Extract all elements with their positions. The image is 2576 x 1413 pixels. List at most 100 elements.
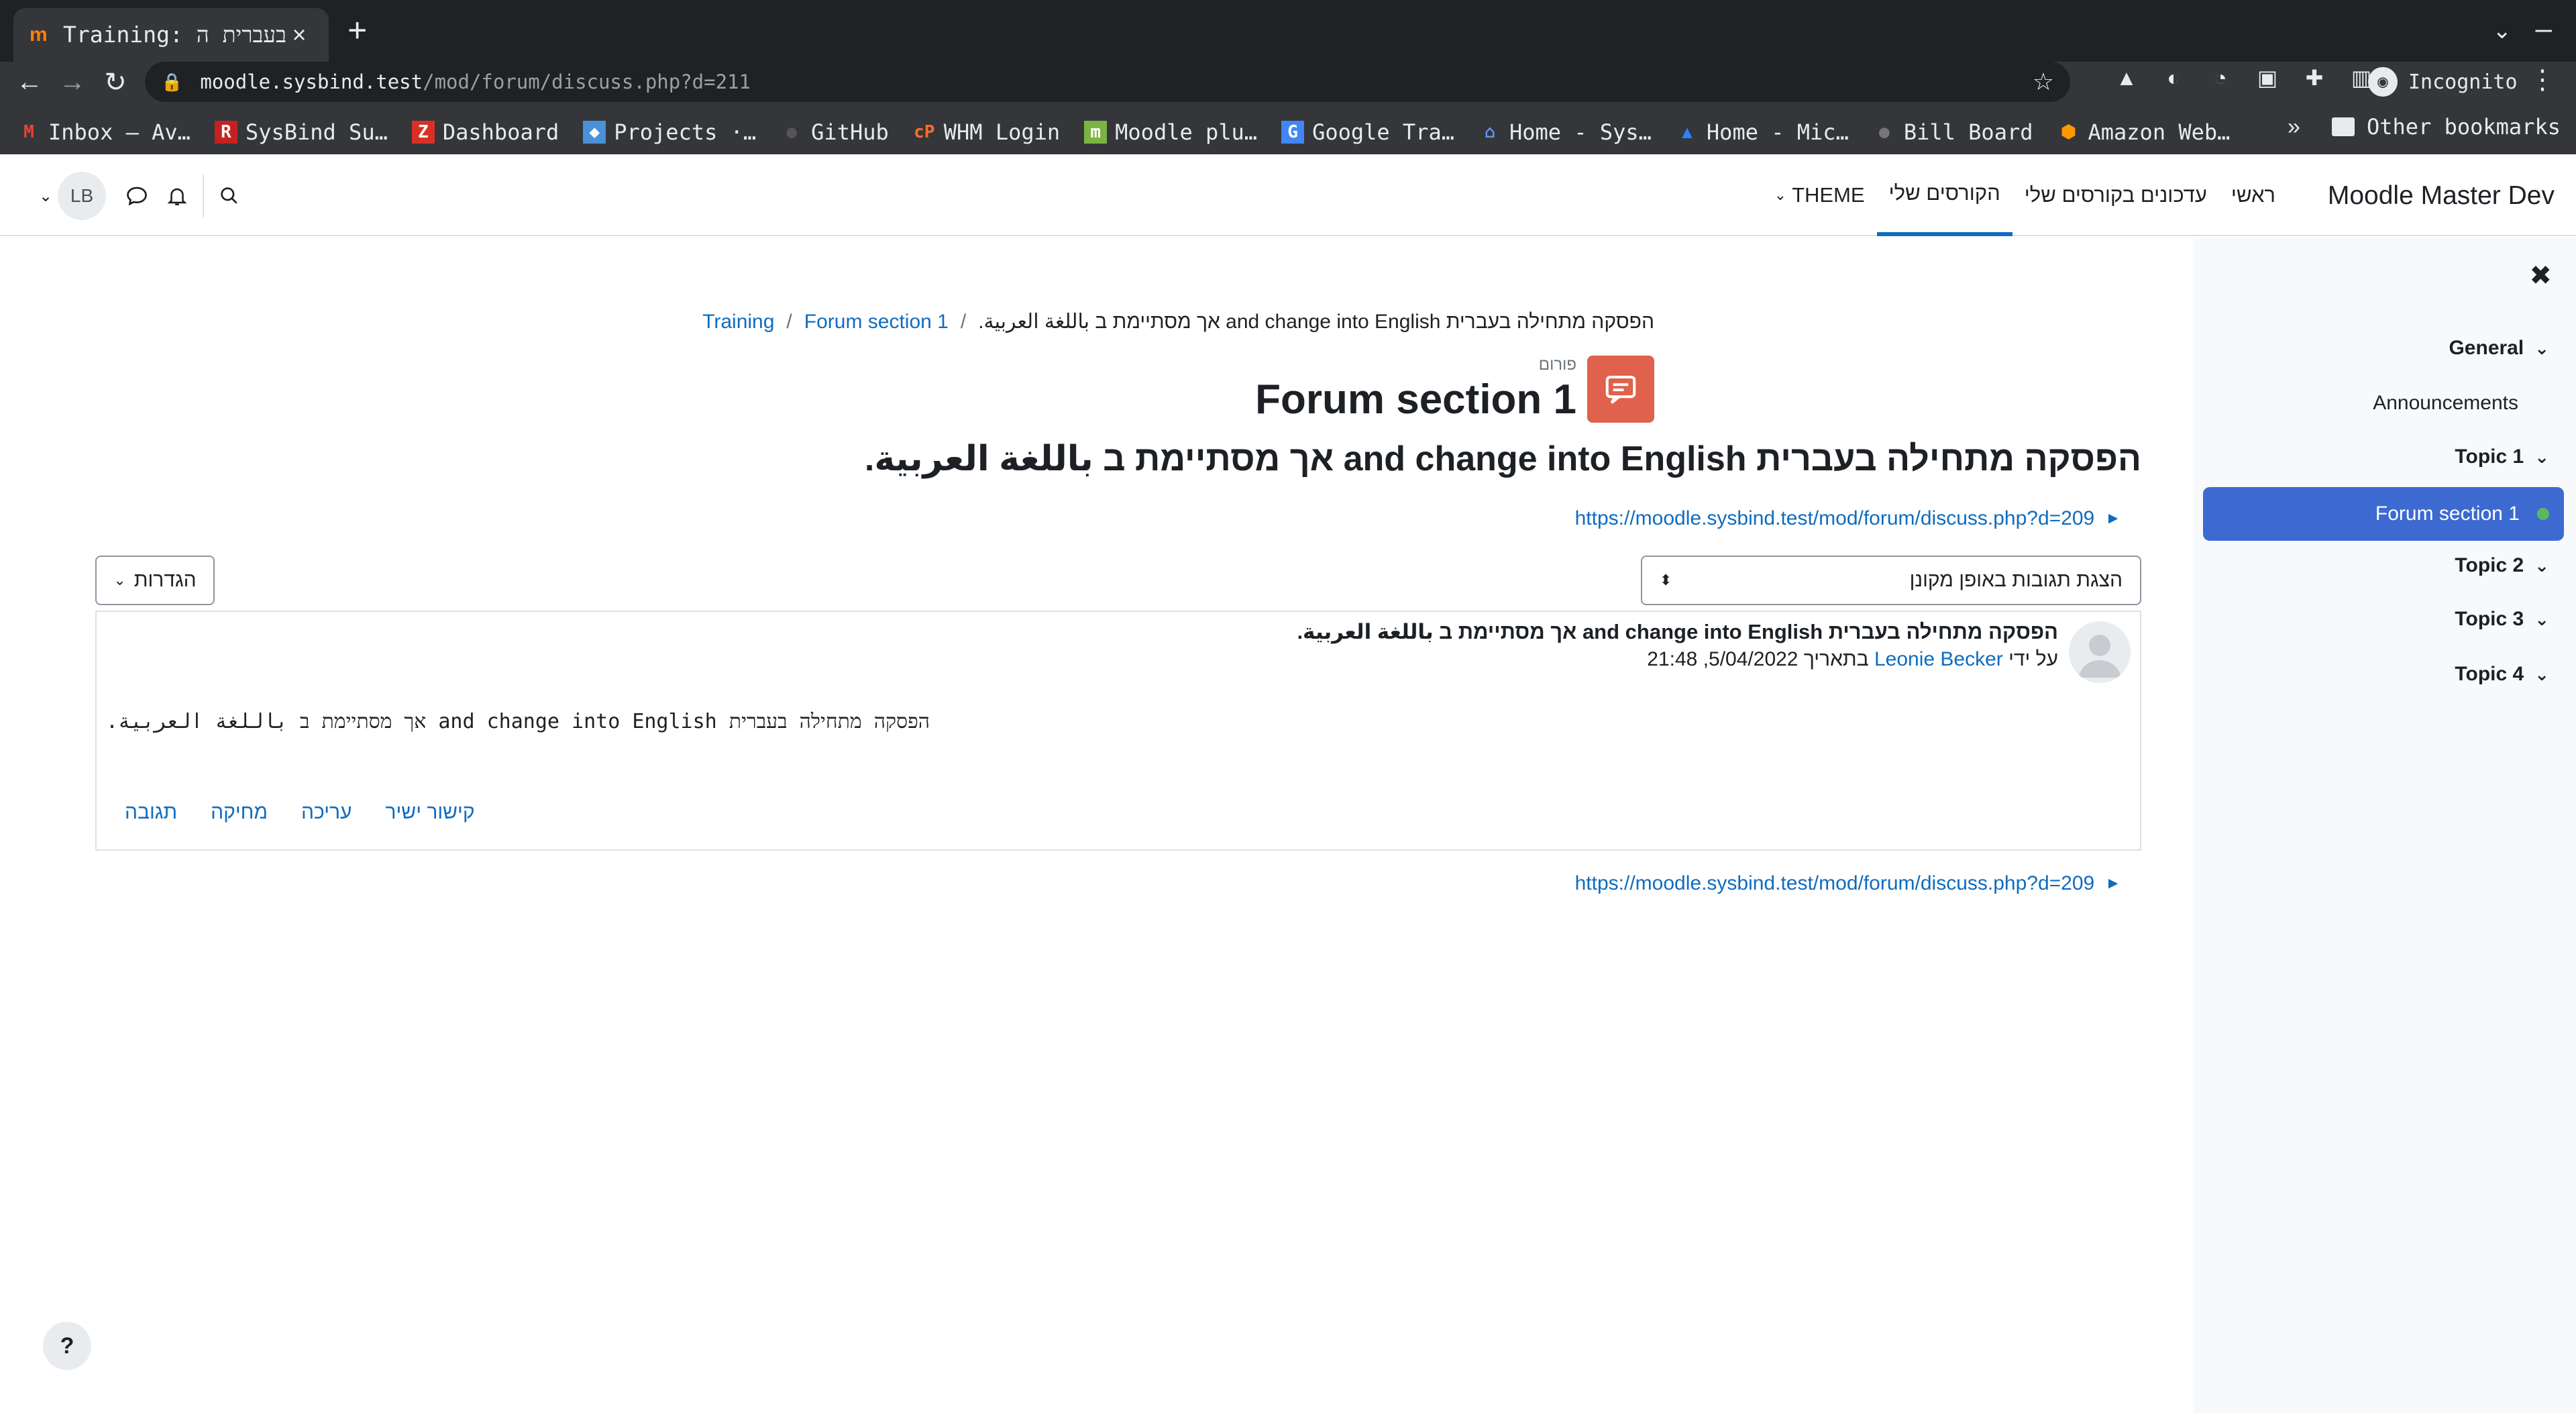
z-icon: Z	[411, 121, 435, 144]
permalink-link[interactable]: קישור ישיר	[385, 801, 474, 824]
course-index-section-general[interactable]: General ⌄	[2449, 337, 2549, 360]
completion-dot-icon	[2537, 508, 2549, 520]
course-index-item-forum-section-1[interactable]: Forum section 1	[2203, 487, 2564, 541]
jb-extension-icon[interactable]: ▣	[2254, 64, 2281, 91]
site-brand[interactable]: Moodle Master Dev	[2328, 181, 2555, 211]
post-actions: קישור ישיר עריכה מחיקה תגובה	[125, 801, 475, 824]
messages-icon[interactable]	[117, 184, 157, 208]
course-index-section-topic-2[interactable]: Topic 2 ⌄	[2455, 554, 2549, 577]
user-nav-area: ⌄ LB	[34, 172, 250, 220]
back-icon[interactable]: ←	[9, 67, 50, 97]
lock-icon[interactable]: 🔒	[161, 72, 182, 93]
forward-icon[interactable]: →	[52, 67, 93, 97]
primary-navigation: ראשי עדכונים בקורסים שלי הקורסים שלי ⌄ TH…	[1762, 154, 2288, 236]
puzzle-extensions-icon[interactable]: ✚	[2301, 64, 2328, 91]
post-author-link[interactable]: Leonie Becker	[1874, 648, 2003, 670]
bookmark-item[interactable]: M Inbox – Av…	[17, 119, 191, 145]
tab-search-chevron-icon[interactable]: ⌄	[2493, 17, 2512, 44]
home-icon: ⌂	[1485, 122, 1495, 142]
new-tab-icon[interactable]: +	[347, 13, 367, 47]
nav-item-course-updates[interactable]: עדכונים בקורסים שלי	[2012, 154, 2219, 236]
clock-extension-icon[interactable]: ◔	[2207, 64, 2234, 91]
moodle-icon: m	[1084, 121, 1108, 144]
settings-dropdown-button[interactable]: הגדרות ⌄	[95, 556, 215, 605]
browser-tabstrip: m Training: בעברית ה × + ⌄ –	[0, 0, 2576, 62]
bookmark-item[interactable]: ⌂ Home - Sys…	[1479, 119, 1652, 145]
neighbour-discussion-link[interactable]: https://moodle.sysbind.test/mod/forum/di…	[1575, 507, 2121, 530]
breadcrumb-item-current: הפסקה מתחילה בעברית and change into Engl…	[978, 311, 1654, 333]
chevron-down-icon[interactable]: ⌄	[2534, 447, 2549, 468]
bookmark-item[interactable]: cP WHM Login	[913, 119, 1060, 145]
aws-icon: ⬢	[2061, 122, 2076, 142]
forum-icon	[1587, 356, 1654, 423]
browser-menu-icon[interactable]: ⋮	[2529, 64, 2556, 95]
globe-extension-icon[interactable]: ◐	[2160, 64, 2187, 91]
bookmark-item[interactable]: Z Dashboard	[411, 119, 559, 145]
bookmark-item[interactable]: G Google Tra…	[1281, 119, 1454, 145]
post-subject: הפסקה מתחילה בעברית and change into Engl…	[1297, 620, 2058, 643]
post-date: 5/04/2022, 21:48	[1647, 648, 1799, 670]
close-tab-icon[interactable]: ×	[286, 21, 313, 49]
bookmark-item[interactable]: ▲ Home - Mic…	[1676, 119, 1849, 145]
user-picture[interactable]	[2069, 621, 2131, 683]
nav-item-theme[interactable]: ⌄ THEME	[1762, 154, 1877, 236]
bookmark-star-icon[interactable]: ☆	[2033, 68, 2054, 96]
bookmark-item[interactable]: m Moodle plu…	[1084, 119, 1257, 145]
nav-item-home[interactable]: ראשי	[2219, 154, 2288, 236]
chevron-down-icon[interactable]: ⌄	[2534, 338, 2549, 359]
extensions-area: ▲ ◐ ◔ ▣ ✚ ▥	[2113, 64, 2375, 91]
browser-tab[interactable]: m Training: בעברית ה ×	[13, 8, 329, 62]
address-bar[interactable]: 🔒 moodle.sysbind.test/mod/forum/discuss.…	[145, 62, 2070, 102]
course-index-item-announcements[interactable]: Announcements	[2373, 392, 2518, 415]
close-drawer-icon[interactable]: ✖	[2529, 260, 2552, 291]
search-icon[interactable]	[209, 185, 250, 207]
chevron-down-icon[interactable]: ⌄	[2534, 556, 2549, 576]
display-mode-select[interactable]: הצגת תגובות באופן מקונן ⬍	[1641, 556, 2141, 605]
neighbour-discussion-link-bottom[interactable]: https://moodle.sysbind.test/mod/forum/di…	[1575, 872, 2121, 895]
avatar[interactable]: LB	[58, 172, 106, 220]
course-index-section-topic-1[interactable]: Topic 1 ⌄	[2455, 446, 2549, 468]
discussion-title: הפסקה מתחילה בעברית and change into Engl…	[864, 439, 2141, 478]
tab-title: Training: בעברית ה	[63, 21, 286, 48]
atlassian-icon: ▲	[1682, 122, 1693, 142]
post-message: הפסקה מתחילה בעברית and change into Engl…	[106, 710, 930, 733]
incognito-badge[interactable]: ◉ Incognito	[2368, 63, 2518, 101]
nav-item-my-courses[interactable]: הקורסים שלי	[1876, 154, 2012, 236]
chevron-down-icon: ⌄	[113, 572, 126, 588]
bill-icon: ●	[1879, 122, 1890, 142]
breadcrumb-divider: /	[786, 310, 792, 333]
flame-extension-icon[interactable]: ▲	[2113, 64, 2140, 91]
other-bookmarks[interactable]: Other bookmarks	[2332, 114, 2561, 140]
course-index-section-topic-4[interactable]: Topic 4 ⌄	[2455, 663, 2549, 686]
course-index-section-topic-3[interactable]: Topic 3 ⌄	[2455, 608, 2549, 631]
user-menu-chevron-icon[interactable]: ⌄	[34, 187, 58, 206]
window-minimize-icon[interactable]: –	[2536, 12, 2552, 46]
edit-link[interactable]: עריכה	[301, 801, 352, 824]
delete-link[interactable]: מחיקה	[211, 801, 268, 824]
url-text: moodle.sysbind.test/mod/forum/discuss.ph…	[200, 70, 751, 93]
breadcrumb-divider: /	[960, 310, 967, 333]
bookmark-item[interactable]: ⬢ Amazon Web…	[2057, 119, 2230, 145]
bookmark-item[interactable]: ● Bill Board	[1873, 119, 2033, 145]
page-title: Forum section 1	[1255, 376, 1576, 423]
bookmark-item[interactable]: ● GitHub	[780, 119, 888, 145]
reply-link[interactable]: תגובה	[125, 801, 177, 824]
bookmarks-overflow-chevron[interactable]: »	[2288, 114, 2300, 140]
bookmark-item[interactable]: ◆ Projects ·…	[583, 119, 756, 145]
chevron-down-icon[interactable]: ⌄	[2534, 664, 2549, 685]
help-button[interactable]: ?	[43, 1322, 91, 1370]
chevron-down-icon[interactable]: ⌄	[2534, 609, 2549, 630]
reload-icon[interactable]: ↻	[95, 67, 136, 98]
select-arrows-icon: ⬍	[1660, 572, 1672, 588]
breadcrumb-item-course[interactable]: Training	[702, 311, 774, 333]
bookmark-item[interactable]: R SysBind Su…	[214, 119, 388, 145]
notifications-bell-icon[interactable]	[157, 185, 197, 207]
incognito-icon: ◉	[2368, 67, 2398, 97]
projects-icon: ◆	[583, 121, 606, 144]
chevron-down-icon: ⌄	[1774, 187, 1787, 203]
post-byline: על ידי Leonie Becker בתאריך 5/04/2022, 2…	[1647, 648, 2058, 670]
triangle-right-icon: ►	[2105, 874, 2121, 892]
activity-type-label: פורום	[1538, 356, 1576, 374]
breadcrumb-item-forum[interactable]: Forum section 1	[804, 311, 949, 333]
cpanel-icon: cP	[914, 122, 935, 142]
